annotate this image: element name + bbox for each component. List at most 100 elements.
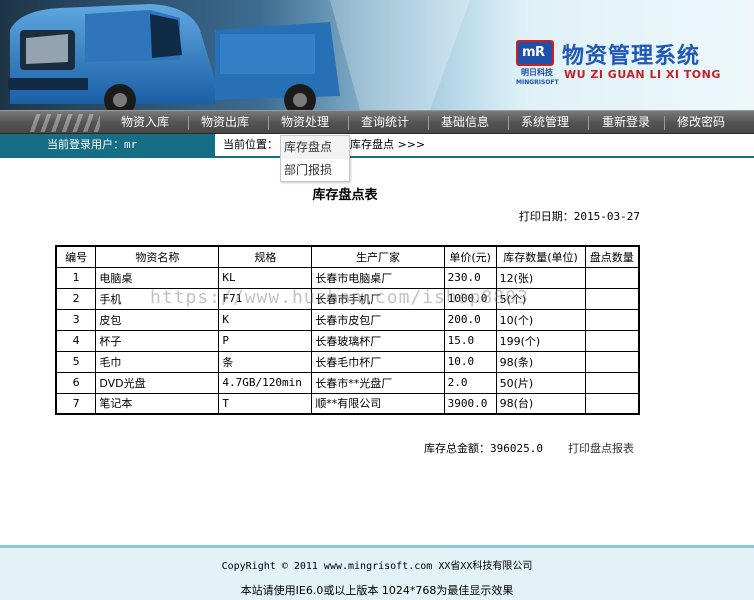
nav-item-relogin[interactable]: 重新登录	[591, 111, 661, 134]
cell-id: 2	[55, 287, 97, 310]
cell-spec: 条	[218, 350, 313, 373]
cell-maker: 长春市电脑桌厂	[311, 266, 445, 289]
cell-maker: 顺**有限公司	[311, 392, 445, 415]
cell-price: 15.0	[443, 329, 497, 352]
app-logo: m R 明日科技 MINGRISOFT 物资管理系统 WU ZI GUAN LI …	[516, 38, 746, 88]
nav-divider	[664, 116, 665, 130]
inventory-total: 库存总金额：396025.0	[424, 442, 543, 455]
cell-qty: 199(个)	[495, 329, 586, 352]
cell-spec: K	[218, 308, 313, 331]
cell-qty: 50(片)	[495, 371, 586, 394]
cell-name: 毛巾	[95, 350, 220, 373]
footer-copyright: CopyRight © 2011 www.mingrisoft.com XX省X…	[221, 561, 533, 572]
cell-count	[584, 287, 640, 310]
cell-spec: 4.7GB/120min	[218, 371, 313, 394]
cell-price: 1000.0	[443, 287, 497, 310]
col-header-price: 单价(元)	[443, 245, 497, 268]
table-row: 6 DVD光盘 4.7GB/120min 长春市**光盘厂 2.0 50(片)	[55, 371, 640, 394]
cell-qty: 10(个)	[495, 308, 586, 331]
cell-name: 皮包	[95, 308, 220, 331]
footer-browser-note: 本站请使用IE6.0或以上版本 1024*768为最佳显示效果	[240, 584, 514, 597]
cell-id: 4	[55, 329, 97, 352]
truck-image	[0, 0, 520, 110]
nav-item-processing[interactable]: 物资处理	[270, 111, 340, 134]
main-nav: 物资入库 物资出库 物资处理 查询统计 基础信息 系统管理 重新登录 修改密码	[0, 110, 754, 134]
nav-decoration	[30, 114, 100, 132]
cell-qty: 12(张)	[495, 266, 586, 289]
col-header-stock-qty: 库存数量(单位)	[495, 245, 586, 268]
cell-name: 电脑桌	[95, 266, 220, 289]
logo-company: 明日科技 MINGRISOFT	[516, 68, 559, 86]
app-title-cn: 物资管理系统	[562, 44, 701, 69]
cell-maker: 长春玻璃杯厂	[311, 329, 445, 352]
cell-spec: KL	[218, 266, 313, 289]
breadcrumb-current: 库存盘点 >>>	[350, 138, 426, 151]
table-row: 2 手机 F71 长春市手机厂 1000.0 5(个)	[55, 287, 640, 310]
cell-price: 230.0	[443, 266, 497, 289]
cell-id: 3	[55, 308, 97, 331]
cell-qty: 98(条)	[495, 350, 586, 373]
nav-divider	[348, 116, 349, 130]
col-header-spec: 规格	[218, 245, 313, 268]
cell-count	[584, 329, 640, 352]
col-header-id: 编号	[55, 245, 97, 268]
table-header-row: 编号 物资名称 规格 生产厂家 单价(元) 库存数量(单位) 盘点数量	[55, 245, 640, 268]
print-report-link[interactable]: 打印盘点报表	[568, 440, 634, 456]
table-row: 7 笔记本 T 顺**有限公司 3900.0 98(台)	[55, 392, 640, 415]
cell-count	[584, 266, 640, 289]
nav-divider	[428, 116, 429, 130]
cell-name: 杯子	[95, 329, 220, 352]
inventory-table: 编号 物资名称 规格 生产厂家 单价(元) 库存数量(单位) 盘点数量 1 电脑…	[55, 245, 640, 415]
processing-submenu: 库存盘点 部门报损	[280, 135, 350, 182]
cell-price: 10.0	[443, 350, 497, 373]
table-row: 3 皮包 K 长春市皮包厂 200.0 10(个)	[55, 308, 640, 331]
cell-id: 6	[55, 371, 97, 394]
cell-name: 手机	[95, 287, 220, 310]
col-header-maker: 生产厂家	[311, 245, 445, 268]
nav-divider	[508, 116, 509, 130]
nav-item-stock-in[interactable]: 物资入库	[110, 111, 180, 134]
cell-maker: 长春市皮包厂	[311, 308, 445, 331]
table-row: 5 毛巾 条 长春毛巾杯厂 10.0 98(条)	[55, 350, 640, 373]
nav-divider	[588, 116, 589, 130]
status-bar: 当前登录用户：mr 当前位置： 库存盘点 >>>	[0, 134, 754, 158]
report-title: 库存盘点表	[312, 188, 378, 203]
cell-maker: 长春市手机厂	[311, 287, 445, 310]
current-user: 当前登录用户：mr	[47, 138, 138, 151]
cell-maker: 长春毛巾杯厂	[311, 350, 445, 373]
breadcrumb-label: 当前位置：	[223, 138, 278, 151]
header-banner: m R 明日科技 MINGRISOFT 物资管理系统 WU ZI GUAN LI …	[0, 0, 754, 110]
logo-mark: m R	[516, 40, 554, 66]
col-header-count: 盘点数量	[584, 245, 640, 268]
cell-spec: T	[218, 392, 313, 415]
cell-id: 5	[55, 350, 97, 373]
col-header-name: 物资名称	[95, 245, 220, 268]
nav-item-change-password[interactable]: 修改密码	[666, 111, 736, 134]
cell-maker: 长春市**光盘厂	[311, 371, 445, 394]
submenu-item-department-loss[interactable]: 部门报损	[281, 159, 349, 182]
cell-count	[584, 392, 640, 415]
status-arrow	[195, 134, 215, 158]
cell-name: 笔记本	[95, 392, 220, 415]
app-title-en: WU ZI GUAN LI XI TONG	[564, 68, 721, 81]
submenu-item-stocktake[interactable]: 库存盘点	[281, 136, 349, 159]
table-row: 4 杯子 P 长春玻璃杯厂 15.0 199(个)	[55, 329, 640, 352]
cell-id: 1	[55, 266, 97, 289]
nav-item-basic-info[interactable]: 基础信息	[430, 111, 500, 134]
nav-item-stock-out[interactable]: 物资出库	[190, 111, 260, 134]
cell-name: DVD光盘	[95, 371, 220, 394]
nav-divider	[188, 116, 189, 130]
print-date: 打印日期：2015-03-27	[518, 210, 640, 223]
cell-id: 7	[55, 392, 97, 415]
nav-divider	[268, 116, 269, 130]
footer: CopyRight © 2011 www.mingrisoft.com XX省X…	[0, 545, 754, 600]
cell-price: 3900.0	[443, 392, 497, 415]
cell-count	[584, 371, 640, 394]
cell-price: 200.0	[443, 308, 497, 331]
status-underline	[0, 156, 754, 158]
cell-price: 2.0	[443, 371, 497, 394]
nav-item-query[interactable]: 查询统计	[350, 111, 420, 134]
cell-count	[584, 350, 640, 373]
nav-item-system[interactable]: 系统管理	[510, 111, 580, 134]
cell-qty: 98(台)	[495, 392, 586, 415]
